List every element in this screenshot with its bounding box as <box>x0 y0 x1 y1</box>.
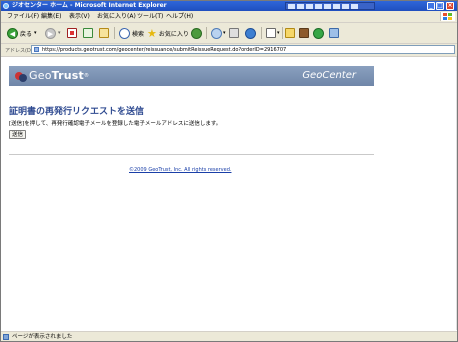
menu-tools[interactable]: ツール(T) <box>137 13 163 20</box>
menu-bar: ファイル(F) 編集(E) 表示(V) お気に入り(A) ツール(T) ヘルプ(… <box>1 11 457 23</box>
ie-icon <box>3 3 9 9</box>
forward-button[interactable]: ▶ ▾ <box>45 27 61 39</box>
address-url[interactable]: https://products.geotrust.com/geocenter/… <box>42 46 286 54</box>
status-bar: ページが表示されました <box>1 331 457 341</box>
toolbar-divider <box>206 27 207 39</box>
page-icon <box>34 47 39 52</box>
forward-arrow-icon: ▶ <box>45 27 56 39</box>
menu-edit[interactable]: 編集(E) <box>41 13 61 20</box>
status-text: ページが表示されました <box>12 334 73 340</box>
minimize-button[interactable]: _ <box>427 2 435 10</box>
print-button[interactable] <box>229 27 239 39</box>
windows-logo-icon <box>440 12 455 21</box>
favorites-label: お気に入り <box>158 30 189 38</box>
toolbar: ◀ 戻る ▾ ▶ ▾ 検索 ★ お気に入り ▾ ▾ <box>1 23 457 44</box>
send-button[interactable]: 送信 <box>9 130 27 139</box>
messenger-icon <box>313 27 324 39</box>
home-button[interactable] <box>99 27 109 39</box>
site-header: GeoTrust® GeoCenter <box>9 66 374 86</box>
research-button[interactable] <box>299 27 309 39</box>
instruction-text: [送信]を押して、再発行確認電子メールを登録した電子メールアドレスに送信します。 <box>9 121 222 127</box>
toolbar-divider <box>282 27 283 39</box>
chevron-down-icon: ▾ <box>223 30 226 36</box>
back-button[interactable]: ◀ 戻る ▾ <box>7 27 37 39</box>
language-bar[interactable] <box>285 2 375 10</box>
menu-file[interactable]: ファイル(F) <box>7 13 39 20</box>
vertical-scrollbar[interactable] <box>456 57 457 330</box>
folder-icon <box>285 28 295 38</box>
langbar-icon[interactable] <box>333 4 340 9</box>
geotrust-logo-icon <box>15 70 27 82</box>
refresh-button[interactable] <box>83 27 93 39</box>
toolbar-divider <box>114 27 115 39</box>
divider <box>9 154 374 155</box>
langbar-icon[interactable] <box>351 4 358 9</box>
stop-button[interactable] <box>67 27 77 39</box>
chevron-down-icon: ▾ <box>58 30 61 36</box>
toolbar-divider <box>261 27 262 39</box>
research-icon <box>299 28 309 38</box>
page-title: 証明書の再発行リクエストを送信 <box>9 107 145 117</box>
close-button[interactable]: × <box>446 2 454 10</box>
mail-icon <box>211 27 222 39</box>
print-icon <box>229 28 239 38</box>
edit-page-icon <box>266 28 276 38</box>
page-done-icon <box>3 334 9 340</box>
gear-icon <box>329 28 339 38</box>
page-content: GeoTrust® GeoCenter 証明書の再発行リクエストを送信 [送信]… <box>1 57 457 330</box>
browser-window: ジオセンター ホーム - Microsoft Internet Explorer… <box>0 0 458 342</box>
stop-icon <box>67 28 77 38</box>
address-bar: アドレス(D) https://products.geotrust.com/ge… <box>1 44 457 57</box>
discuss-button[interactable] <box>245 27 256 39</box>
search-button[interactable]: 検索 <box>119 27 144 39</box>
favorites-button[interactable]: ★ お気に入り <box>147 27 189 39</box>
window-title: ジオセンター ホーム - Microsoft Internet Explorer <box>12 2 167 9</box>
chevron-down-icon: ▾ <box>34 30 37 36</box>
langbar-icon[interactable] <box>297 4 304 9</box>
discuss-icon <box>245 27 256 39</box>
title-bar: ジオセンター ホーム - Microsoft Internet Explorer… <box>1 1 457 11</box>
langbar-icon[interactable] <box>306 4 313 9</box>
history-button[interactable] <box>191 27 202 39</box>
back-label: 戻る <box>20 30 33 38</box>
trademark: ® <box>83 73 90 79</box>
edit-button[interactable]: ▾ <box>266 27 280 39</box>
langbar-icon[interactable] <box>288 4 295 9</box>
menu-favorites[interactable]: お気に入り(A) <box>97 13 136 20</box>
messenger-button[interactable] <box>313 27 324 39</box>
home-icon <box>99 28 109 38</box>
chevron-down-icon: ▾ <box>277 30 280 36</box>
langbar-icon[interactable] <box>315 4 322 9</box>
langbar-icon[interactable] <box>324 4 331 9</box>
langbar-icon[interactable] <box>342 4 349 9</box>
address-input[interactable]: https://products.geotrust.com/geocenter/… <box>31 45 455 54</box>
history-icon <box>191 27 202 39</box>
brand-name[interactable]: GeoTrust® <box>29 69 89 83</box>
search-label: 検索 <box>132 30 145 38</box>
search-icon <box>119 27 130 39</box>
maximize-button[interactable]: □ <box>436 2 444 10</box>
brand-trust: Trust <box>51 69 84 82</box>
mail-button[interactable]: ▾ <box>211 27 226 39</box>
menu-help[interactable]: ヘルプ(H) <box>166 13 193 20</box>
menu-view[interactable]: 表示(V) <box>69 13 90 20</box>
star-icon: ★ <box>147 26 157 40</box>
folder-button[interactable] <box>285 27 295 39</box>
address-label: アドレス(D) <box>5 48 33 54</box>
refresh-icon <box>83 28 93 38</box>
copyright-link[interactable]: ©2009 GeoTrust, Inc. All rights reserved… <box>129 167 231 173</box>
tools-button[interactable] <box>329 27 339 39</box>
product-name: GeoCenter <box>302 70 356 81</box>
back-arrow-icon: ◀ <box>7 27 18 39</box>
brand-geo: Geo <box>29 69 52 82</box>
